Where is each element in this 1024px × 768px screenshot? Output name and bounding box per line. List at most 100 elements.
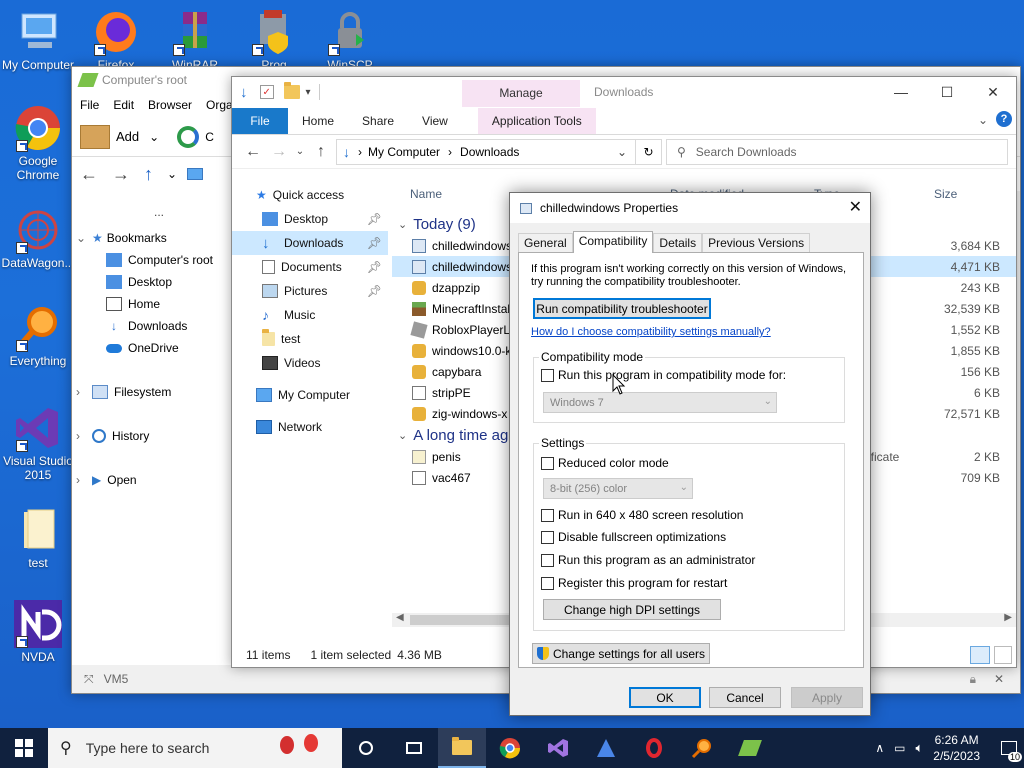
tab-previous-versions[interactable]: Previous Versions [702, 233, 811, 253]
desktop-icon-visual-studio[interactable]: Visual Studio 2015 [0, 404, 76, 482]
back-arrow-icon[interactable]: ← [240, 143, 266, 161]
nav-test[interactable]: test [232, 327, 388, 351]
menu-browser[interactable]: Browser [148, 98, 192, 112]
minimize-button[interactable]: — [878, 77, 924, 107]
desktop-icon-test[interactable]: test [0, 506, 76, 570]
tree-home[interactable]: Home [106, 297, 160, 311]
col-name[interactable]: Name [410, 187, 442, 201]
res640-checkbox[interactable]: Run in 640 x 480 screen resolution [541, 508, 743, 522]
forward-arrow-icon[interactable]: → [112, 164, 130, 185]
tree-downloads[interactable]: ↓ Downloads [106, 319, 187, 333]
customize-qat-icon[interactable]: ▾ [306, 87, 311, 98]
run-troubleshooter-button[interactable]: Run compatibility troubleshooter [533, 298, 711, 319]
checkbox-box[interactable] [541, 368, 554, 382]
tab-home[interactable]: Home [288, 108, 348, 134]
volume-icon[interactable]: 🔈︎ [915, 740, 923, 756]
chevron-down-icon[interactable]: ⌄ [149, 130, 159, 144]
chevron-down-icon[interactable]: ⌄ [76, 231, 88, 245]
ok-button[interactable]: OK [629, 687, 701, 708]
chevron-right-icon[interactable]: › [76, 473, 88, 487]
tab-application-tools[interactable]: Application Tools [477, 108, 596, 134]
chevron-up-icon[interactable]: ∧ [875, 741, 884, 755]
pin-icon[interactable]: 📌︎ [367, 284, 382, 298]
nav-my-computer[interactable]: My Computer [232, 383, 388, 407]
search-input[interactable]: Search Downloads [696, 145, 797, 159]
register-restart-checkbox[interactable]: Register this program for restart [541, 576, 727, 590]
toolbar-c[interactable]: C [205, 130, 214, 144]
desktop-icon-prog[interactable]: Prog [236, 8, 312, 66]
menu-file[interactable]: File [80, 98, 99, 112]
taskbar-everything[interactable] [678, 728, 726, 768]
forward-arrow-icon[interactable]: → [266, 143, 292, 161]
taskbar-search-input[interactable]: Type here to search [86, 740, 210, 756]
desktop-icon-winrar[interactable]: WinRAR [157, 8, 233, 66]
start-button[interactable] [0, 728, 48, 768]
nav-documents[interactable]: Documents 📌︎ [232, 255, 388, 279]
cancel-button[interactable]: Cancel [709, 687, 781, 708]
scroll-left-icon[interactable]: ◀ [396, 612, 404, 623]
quick-access-down-icon[interactable]: ↓ [240, 84, 248, 101]
search-box[interactable]: ⚲ Search Downloads [666, 138, 1008, 165]
checkbox-box[interactable] [541, 530, 554, 544]
new-folder-icon[interactable] [283, 82, 300, 99]
address-bar[interactable]: ↓ › My Computer › Downloads ⌄ [336, 138, 636, 165]
desktop-icon-chrome[interactable]: Google Chrome [0, 104, 76, 182]
run-as-admin-checkbox[interactable]: Run this program as an administrator [541, 553, 755, 567]
close-button[interactable]: ✕ [970, 77, 1016, 107]
tree-bookmarks[interactable]: ⌄ ★ Bookmarks [76, 231, 167, 245]
checkbox-box[interactable] [541, 456, 554, 470]
compat-mode-checkbox[interactable]: Run this program in compatibility mode f… [541, 368, 786, 382]
close-button[interactable]: ✕ [849, 197, 862, 217]
change-dpi-button[interactable]: Change high DPI settings [543, 599, 721, 620]
desktop-icon-winscp[interactable]: WinSCP [312, 8, 388, 66]
checkbox-box[interactable] [541, 553, 554, 567]
tab-general[interactable]: General [518, 233, 573, 253]
chevron-right-icon[interactable]: › [76, 429, 88, 443]
breadcrumb-downloads[interactable]: Downloads [460, 145, 519, 159]
pin-icon[interactable]: 📌︎ [367, 236, 382, 250]
dialog-titlebar[interactable]: chilledwindows Properties ✕ [510, 193, 870, 223]
col-size[interactable]: Size [934, 187, 957, 201]
apply-button[interactable]: Apply [791, 687, 863, 708]
tab-compatibility[interactable]: Compatibility [572, 231, 654, 253]
desktop-icon-everything[interactable]: Everything [0, 304, 76, 368]
nav-desktop[interactable]: Desktop 📌︎ [232, 207, 388, 231]
taskbar-opera[interactable] [630, 728, 678, 768]
properties-dialog[interactable]: chilledwindows Properties ✕ General Comp… [509, 192, 871, 716]
taskbar-app-blue[interactable] [582, 728, 630, 768]
checkbox-box[interactable] [541, 508, 554, 522]
up-arrow-icon[interactable]: ↑ [144, 164, 153, 185]
taskbar-app-green[interactable] [726, 728, 774, 768]
tree-computers-root[interactable]: Computer's root [106, 253, 213, 267]
notification-center-button[interactable]: 10 [994, 728, 1024, 768]
task-view-button[interactable] [390, 728, 438, 768]
nav-pictures[interactable]: Pictures 📌︎ [232, 279, 388, 303]
chevron-down-icon[interactable]: ⌄ [167, 167, 177, 181]
desktop-icon-datawagon[interactable]: DataWagon... [0, 206, 76, 270]
details-view-icon[interactable] [970, 646, 990, 664]
scroll-right-icon[interactable]: ▶ [1004, 612, 1012, 623]
back-arrow-icon[interactable]: ← [80, 164, 98, 185]
properties-icon[interactable]: ✓ [259, 85, 274, 99]
nav-quick-access[interactable]: ★ Quick access [232, 183, 388, 207]
nav-music[interactable]: ♪ Music [232, 303, 388, 327]
maximize-button[interactable]: ☐ [924, 77, 970, 107]
change-all-users-button[interactable]: Change settings for all users [532, 643, 710, 664]
menu-edit[interactable]: Edit [113, 98, 134, 112]
network-icon[interactable]: ▭ [894, 741, 905, 755]
tab-share[interactable]: Share [348, 108, 408, 134]
disable-fullscreen-checkbox[interactable]: Disable fullscreen optimizations [541, 530, 726, 544]
tab-file[interactable]: File [232, 108, 288, 134]
nav-network[interactable]: Network [232, 415, 388, 439]
pin-icon[interactable]: 📌︎ [367, 212, 382, 226]
taskbar-visual-studio[interactable] [534, 728, 582, 768]
tree-onedrive[interactable]: OneDrive [106, 341, 179, 355]
large-icons-view-icon[interactable] [994, 646, 1012, 664]
tree-filesystem[interactable]: › Filesystem [76, 385, 171, 399]
chevron-right-icon[interactable]: › [76, 385, 88, 399]
close-icon[interactable]: ✕ [994, 672, 1004, 686]
desktop-icon-my-computer[interactable]: My Computer [0, 8, 76, 72]
recent-chevron-icon[interactable]: ⌄ [292, 146, 308, 157]
nav-downloads[interactable]: ↓ Downloads 📌︎ [232, 231, 388, 255]
taskbar-chrome[interactable] [486, 728, 534, 768]
